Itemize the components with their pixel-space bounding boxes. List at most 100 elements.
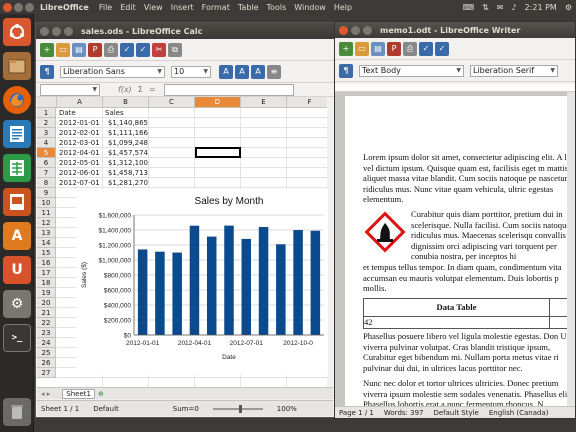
impress-icon[interactable] bbox=[3, 188, 31, 216]
sheet-nav-icon[interactable]: ◂ ▸ bbox=[41, 390, 50, 398]
sales-chart[interactable]: Sales by Month $0 $200,000 $400,000 $600,000… bbox=[76, 189, 328, 375]
minimize-window-button[interactable] bbox=[14, 2, 23, 12]
row-header[interactable]: 21 bbox=[37, 308, 56, 318]
cell-sales[interactable]: $1,111,166 bbox=[105, 128, 148, 138]
row-header[interactable]: 4 bbox=[37, 138, 56, 148]
open-icon[interactable]: ▭ bbox=[355, 41, 369, 56]
row-header[interactable]: 13 bbox=[37, 228, 56, 238]
sheet-tab[interactable]: Sheet1 bbox=[62, 388, 95, 399]
cell-sales[interactable]: $1,312,100 bbox=[105, 158, 148, 168]
volume-icon[interactable]: ♪ bbox=[511, 3, 516, 12]
cell-date[interactable]: 2012-06-01 bbox=[59, 168, 103, 178]
data-table[interactable]: Data Table 42 bbox=[363, 298, 575, 329]
active-cell-cursor[interactable] bbox=[195, 147, 241, 158]
new-icon[interactable]: + bbox=[339, 41, 353, 56]
row-header[interactable]: 20 bbox=[37, 298, 56, 308]
table-header-cell[interactable]: Data Table bbox=[363, 298, 550, 317]
menu-format[interactable]: Format bbox=[202, 3, 230, 12]
cell-date[interactable]: 2012-05-01 bbox=[59, 158, 103, 168]
equals-icon[interactable]: = bbox=[149, 85, 156, 94]
document-page[interactable]: Lorem ipsum dolor sit amet, consectetur … bbox=[345, 96, 575, 406]
ubuntu-one-icon[interactable]: U bbox=[3, 256, 31, 284]
cut-icon[interactable]: ✂ bbox=[152, 42, 166, 57]
cell-sales[interactable]: Sales bbox=[105, 108, 148, 118]
firefox-icon[interactable] bbox=[3, 86, 31, 114]
menu-file[interactable]: File bbox=[99, 3, 112, 12]
export-pdf-icon[interactable]: P bbox=[88, 42, 102, 57]
spellcheck-icon[interactable]: ✓ bbox=[120, 42, 134, 57]
sum-icon[interactable]: Σ bbox=[138, 85, 143, 94]
maximize-window-button[interactable] bbox=[25, 2, 34, 12]
styles-icon[interactable]: ¶ bbox=[40, 64, 54, 79]
copy-icon[interactable]: ⧉ bbox=[168, 42, 182, 57]
row-header[interactable]: 7 bbox=[37, 168, 56, 178]
table-value-cell[interactable]: 42 bbox=[363, 316, 550, 329]
cell-date[interactable]: Date bbox=[59, 108, 103, 118]
row-header[interactable]: 19 bbox=[37, 288, 56, 298]
row-header[interactable]: 14 bbox=[37, 238, 56, 248]
menu-view[interactable]: View bbox=[144, 3, 163, 12]
row-header[interactable]: 2 bbox=[37, 118, 56, 128]
cell-date[interactable]: 2012-07-01 bbox=[59, 178, 103, 188]
row-header[interactable]: 24 bbox=[37, 338, 56, 348]
close-window-button[interactable] bbox=[3, 2, 12, 12]
zoom-handle[interactable] bbox=[238, 404, 242, 413]
clock[interactable]: 2:21 PM bbox=[525, 3, 557, 12]
row-header[interactable]: 17 bbox=[37, 268, 56, 278]
dash-home-icon[interactable] bbox=[3, 18, 31, 46]
align-icon[interactable]: ≡ bbox=[267, 64, 281, 79]
row-header[interactable]: 10 bbox=[37, 198, 56, 208]
row-header[interactable]: 23 bbox=[37, 328, 56, 338]
row-header[interactable]: 9 bbox=[37, 188, 56, 198]
row-header[interactable]: 11 bbox=[37, 208, 56, 218]
files-icon[interactable] bbox=[3, 52, 31, 80]
calc-minimize-button[interactable] bbox=[52, 26, 61, 36]
font-color-icon[interactable]: A bbox=[219, 64, 233, 79]
row-header[interactable]: 15 bbox=[37, 248, 56, 258]
system-settings-icon[interactable]: ⚙ bbox=[3, 290, 31, 318]
column-header[interactable]: E bbox=[241, 97, 287, 108]
cell-sales[interactable]: $1,457,574 bbox=[105, 148, 148, 158]
highlight-icon[interactable]: A bbox=[235, 64, 249, 79]
row-header[interactable]: 26 bbox=[37, 358, 56, 368]
menu-edit[interactable]: Edit bbox=[120, 3, 136, 12]
export-pdf-icon[interactable]: P bbox=[387, 41, 401, 56]
function-wizard-icon[interactable]: f(x) bbox=[118, 85, 132, 94]
row-header[interactable]: 18 bbox=[37, 278, 56, 288]
row-header[interactable]: 22 bbox=[37, 318, 56, 328]
save-icon[interactable]: ▤ bbox=[371, 41, 385, 56]
column-header[interactable]: A bbox=[57, 97, 103, 108]
row-header[interactable]: 8 bbox=[37, 178, 56, 188]
open-icon[interactable]: ▭ bbox=[56, 42, 70, 57]
column-header[interactable]: B bbox=[103, 97, 149, 108]
cell-sales[interactable]: $1,281,270 bbox=[105, 178, 148, 188]
column-header[interactable]: D bbox=[195, 97, 241, 108]
row-header[interactable]: 3 bbox=[37, 128, 56, 138]
spellcheck-icon[interactable]: ✓ bbox=[419, 41, 433, 56]
calc-close-button[interactable] bbox=[40, 26, 49, 36]
menu-help[interactable]: Help bbox=[334, 3, 352, 12]
cell-sales[interactable]: $1,140,865 bbox=[105, 118, 148, 128]
autospell-icon[interactable]: ✓ bbox=[136, 42, 150, 57]
menu-window[interactable]: Window bbox=[294, 3, 326, 12]
writer-close-button[interactable] bbox=[339, 25, 348, 35]
calc-maximize-button[interactable] bbox=[64, 26, 73, 36]
styles-icon[interactable]: ¶ bbox=[339, 63, 353, 78]
add-sheet-icon[interactable]: ⊕ bbox=[98, 390, 104, 398]
print-icon[interactable]: ⎙ bbox=[403, 41, 417, 56]
row-header[interactable]: 16 bbox=[37, 258, 56, 268]
menu-tools[interactable]: Tools bbox=[267, 3, 287, 12]
bold-icon[interactable]: A bbox=[251, 64, 265, 79]
keyboard-icon[interactable]: ⌨ bbox=[463, 3, 475, 12]
writer-minimize-button[interactable] bbox=[351, 25, 360, 35]
cell-date[interactable]: 2012-02-01 bbox=[59, 128, 103, 138]
flammable-hazard-icon[interactable] bbox=[363, 209, 407, 255]
trash-icon[interactable] bbox=[3, 398, 31, 426]
font-name-select[interactable]: Liberation Sans ▼ bbox=[60, 65, 165, 78]
calc-icon[interactable] bbox=[3, 154, 31, 182]
name-box[interactable]: ▼ bbox=[40, 83, 100, 96]
autospell-icon[interactable]: ✓ bbox=[435, 41, 449, 56]
save-icon[interactable]: ▤ bbox=[72, 42, 86, 57]
print-icon[interactable]: ⎙ bbox=[104, 42, 118, 57]
writer-font-name-select[interactable]: Liberation Serif ▼ bbox=[470, 64, 558, 77]
